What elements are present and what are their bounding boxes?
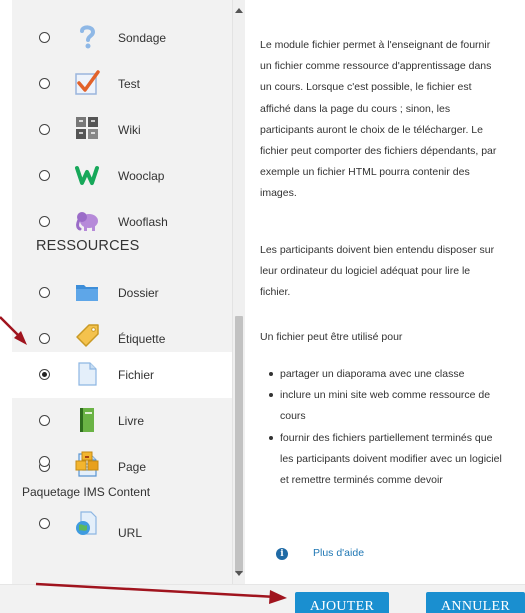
radio-ims-package[interactable]	[39, 456, 50, 467]
radio-url[interactable]	[39, 518, 50, 529]
module-label: Wooflash	[118, 215, 168, 229]
module-label: Paquetage IMS Content	[22, 485, 151, 499]
wooclap-w-icon	[75, 166, 99, 185]
module-label: Wooclap	[118, 169, 165, 183]
description-line: participants auront le choix de le téléc…	[260, 123, 483, 136]
module-description-panel: Le module fichier permet à l'enseignant …	[245, 0, 525, 584]
description-line: cours	[280, 410, 306, 423]
module-list-scrollbar[interactable]	[232, 0, 245, 584]
description-line: images.	[260, 187, 297, 200]
description-line: et remettre terminés comme devoir	[280, 474, 443, 487]
url-globe-icon	[76, 511, 97, 535]
module-label: Dossier	[118, 286, 159, 300]
description-line: affiché dans la page du cours ; sinon, l…	[260, 102, 451, 115]
module-label: Livre	[118, 414, 145, 428]
description-paragraph-1: Le module fichier permet à l'enseignant …	[260, 35, 525, 205]
description-line: exemple un fichier HTML pourra contenir …	[260, 166, 470, 179]
module-label: Wiki	[118, 123, 141, 137]
module-option-dossier[interactable]: Dossier	[12, 270, 232, 316]
module-label: Page	[118, 460, 147, 474]
description-bullet-list: partager un diaporama avec une classe in…	[260, 364, 525, 491]
radio-fichier[interactable]	[39, 369, 50, 380]
description-line: Les participants doivent bien entendu di…	[260, 244, 495, 256]
description-line: leur ordinateur du logiciel adéquat pour…	[260, 265, 471, 278]
checkmark-quiz-icon	[75, 70, 100, 95]
description-line: fichier.	[260, 286, 291, 299]
radio-test[interactable]	[39, 78, 50, 89]
module-label: Test	[118, 77, 141, 91]
elephant-icon	[76, 212, 98, 231]
module-option-wooclap[interactable]: Wooclap	[12, 153, 232, 199]
radio-wooflash[interactable]	[39, 216, 50, 227]
module-label: Fichier	[118, 368, 155, 382]
description-line: un fichier comme ressource d'apprentissa…	[260, 60, 492, 73]
info-icon: i	[276, 548, 288, 560]
module-label: Étiquette	[118, 332, 166, 346]
section-title-resources: RESSOURCES	[36, 238, 140, 254]
description-line: Le module fichier permet à l'enseignant …	[260, 39, 491, 51]
radio-wooclap[interactable]	[39, 170, 50, 181]
description-line: partager un diaporama avec une classe	[280, 368, 465, 380]
module-option-wiki[interactable]: Wiki	[12, 107, 232, 153]
list-item: partager un diaporama avec une classe	[260, 364, 525, 385]
folder-icon	[76, 285, 98, 301]
file-icon	[78, 362, 97, 386]
description-line: les participants doivent modifier avec u…	[280, 452, 502, 465]
module-option-fichier[interactable]: Fichier	[12, 352, 232, 398]
cancel-button[interactable]: ANNULER	[426, 592, 525, 613]
description-line: inclure un mini site web comme ressource…	[280, 389, 491, 402]
radio-sondage[interactable]	[39, 32, 50, 43]
radio-dossier[interactable]	[39, 287, 50, 298]
module-option-page[interactable]: Page	[12, 444, 232, 490]
scroll-up-arrow-icon[interactable]	[235, 8, 243, 13]
module-label: Sondage	[118, 31, 167, 45]
add-button[interactable]: AJOUTER	[295, 592, 389, 613]
label-tag-icon	[76, 324, 99, 347]
module-label: URL	[118, 526, 143, 540]
question-mark-icon	[80, 25, 96, 49]
scrollbar-thumb[interactable]	[235, 316, 243, 573]
module-option-test[interactable]: Test	[12, 61, 232, 107]
book-icon	[80, 408, 94, 432]
list-item: inclure un mini site web comme ressource…	[260, 385, 525, 427]
description-line: un cours. Lorsque c'est possible, le fic…	[260, 81, 472, 94]
radio-livre[interactable]	[39, 415, 50, 426]
module-option-livre[interactable]: Livre	[12, 398, 232, 444]
radio-etiquette[interactable]	[39, 333, 50, 344]
description-paragraph-2: Les participants doivent bien entendu di…	[260, 240, 525, 304]
list-item: fournir des fichiers partiellement termi…	[260, 428, 525, 492]
package-boxes-icon	[75, 451, 99, 471]
radio-wiki[interactable]	[39, 124, 50, 135]
puzzle-wiki-icon	[76, 117, 98, 139]
description-line: fournir des fichiers partiellement termi…	[280, 431, 493, 444]
module-option-sondage[interactable]: Sondage	[12, 15, 232, 61]
description-line: fichier peut comporter des fichiers dépe…	[260, 145, 497, 158]
description-paragraph-3: Un fichier peut être utilisé pour	[260, 331, 403, 343]
scroll-down-arrow-icon[interactable]	[235, 571, 243, 576]
more-help-link[interactable]: Plus d'aide	[313, 547, 364, 559]
dialog-footer: AJOUTER ANNULER	[0, 584, 525, 613]
